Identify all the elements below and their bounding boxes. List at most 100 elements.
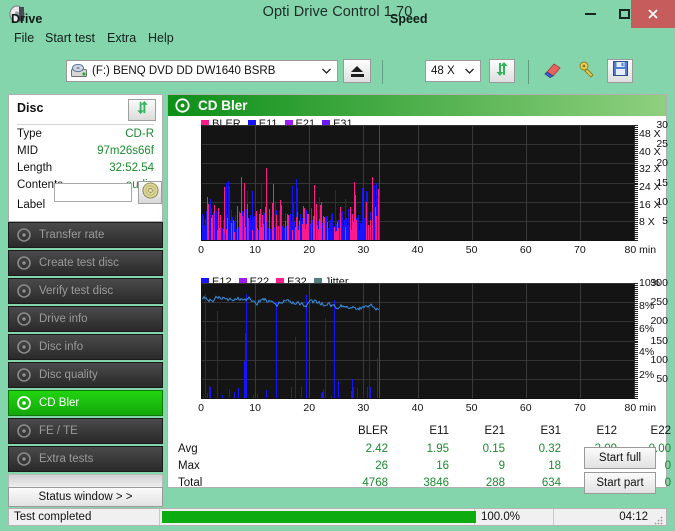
sidebar-item-cd-bler[interactable]: CD Bler <box>8 390 163 416</box>
label-input[interactable] <box>54 183 132 202</box>
minor-tick <box>634 392 638 394</box>
minor-tick <box>634 384 638 386</box>
menu-item-help[interactable]: Help <box>142 31 180 48</box>
x-tick-label: 60 <box>519 244 532 256</box>
sidebar-item-create-test-disc[interactable]: Create test disc <box>8 250 163 276</box>
menu-item-extra[interactable]: Extra <box>101 31 142 48</box>
status-message: Test completed <box>14 511 92 523</box>
stat-value: 0.15 <box>482 443 505 455</box>
disc-key-type: Type <box>17 128 42 140</box>
y-tick-label-right: 24 X <box>639 180 661 193</box>
menu-item-start-test[interactable]: Start test <box>39 31 101 48</box>
e12-jitter-chart[interactable]: 50 100 150 200 250 300 2% 4% 6% 8% 10% 0 10 20 30 40 50 6… <box>168 277 668 418</box>
stat-row-label: Avg <box>178 443 198 455</box>
sidebar-spacer <box>8 474 163 488</box>
minor-tick <box>634 366 638 368</box>
stat-column-header: E12 <box>596 425 617 437</box>
label-disc-button[interactable] <box>138 181 162 204</box>
y-tick-label-right: 32 X <box>639 163 661 176</box>
eject-button[interactable] <box>343 59 371 83</box>
x-tick-label: 60 <box>519 402 532 414</box>
disc-row-type: Type CD-R <box>17 128 154 143</box>
bar-bler <box>237 205 238 240</box>
sidebar-item-verify-test-disc[interactable]: Verify test disc <box>8 278 163 304</box>
minor-tick <box>634 284 638 286</box>
disc-refresh-button[interactable] <box>128 99 156 121</box>
minor-tick <box>634 330 638 332</box>
x-tick-label: 70 <box>574 402 586 414</box>
disc-verify-icon <box>13 284 35 298</box>
minor-tick <box>634 232 638 234</box>
bler-chart[interactable]: 5 10 15 20 25 30 8 X 16 X 24 X 32 X 40 X 48 X 0 10 20 3… <box>168 119 668 260</box>
disc-key-label: Label <box>17 199 46 211</box>
y-tick-label-right: 6% <box>639 323 655 335</box>
stat-value: 0 <box>661 477 675 489</box>
disc-value-mid: 97m26s66f <box>97 145 154 157</box>
y-tick-label-right: 8% <box>639 300 655 312</box>
stat-row-label: Total <box>178 477 203 489</box>
settings-button[interactable] <box>574 59 600 83</box>
bar-bler <box>370 220 371 240</box>
refresh-button[interactable] <box>489 59 515 83</box>
sidebar-item-transfer-rate[interactable]: Transfer rate <box>8 222 163 248</box>
bar-bler <box>273 184 274 240</box>
close-button[interactable] <box>631 0 675 28</box>
x-tick-label: 10 <box>249 244 261 256</box>
minor-tick <box>634 224 638 226</box>
minor-tick <box>634 374 638 376</box>
start-full-button[interactable]: Start full <box>584 447 656 469</box>
disc-value-length: 32:52.54 <box>109 162 154 174</box>
bar-e31 <box>255 213 256 240</box>
x-tick-label: 20 <box>303 244 316 256</box>
menu-bar: File Start test Extra Help <box>0 28 675 50</box>
bar-bler <box>276 215 277 240</box>
bar-bler <box>245 226 246 240</box>
drive-select[interactable]: (F:) BENQ DVD DD DW1640 BSRB <box>66 60 338 82</box>
minor-tick <box>634 174 638 176</box>
minor-tick <box>634 382 638 384</box>
minor-tick <box>634 152 638 154</box>
sidebar-label: Disc info <box>39 341 84 353</box>
minor-tick <box>634 302 638 304</box>
save-disk-icon <box>612 61 628 81</box>
minor-tick <box>634 182 638 184</box>
x-tick-label: 10 <box>249 402 261 414</box>
sidebar-item-fe-te[interactable]: FE / TE <box>8 418 163 444</box>
status-bar: Test completed 100.0% 04:12 <box>8 508 667 526</box>
x-tick-label: 80 min <box>624 402 657 414</box>
drive-icon <box>71 64 87 78</box>
resize-grip-icon[interactable] <box>653 512 663 525</box>
minor-tick <box>634 230 638 232</box>
minor-tick <box>634 164 638 166</box>
minor-tick <box>634 158 638 160</box>
bar-e21 <box>242 216 243 240</box>
bar-e21 <box>297 211 298 240</box>
application-window: Opti Drive Control 1.70 File Start test … <box>0 0 675 531</box>
chevron-down-icon[interactable] <box>317 62 336 80</box>
save-button[interactable] <box>607 59 633 83</box>
menu-item-file[interactable]: File <box>8 31 40 48</box>
minimize-button[interactable] <box>573 0 607 28</box>
bar-bler <box>278 225 279 240</box>
minor-tick <box>634 202 638 204</box>
minor-tick <box>634 352 638 354</box>
sidebar-item-drive-info[interactable]: Drive info <box>8 306 163 332</box>
bar-bler <box>257 227 258 240</box>
stat-column-header: E32 <box>661 425 675 437</box>
sidebar-item-extra-tests[interactable]: Extra tests <box>8 446 163 472</box>
bar-bler <box>224 187 225 240</box>
speed-select[interactable]: 48 X <box>425 60 481 82</box>
gridline <box>471 125 473 240</box>
chevron-down-icon[interactable] <box>460 62 479 80</box>
bar-bler <box>340 206 341 240</box>
minor-tick <box>634 316 638 318</box>
erase-button[interactable] <box>540 59 566 83</box>
sidebar-item-disc-info[interactable]: Disc info <box>8 334 163 360</box>
stat-column-header: E11 <box>429 425 449 437</box>
minor-tick <box>634 314 638 316</box>
sidebar-item-disc-quality[interactable]: Disc quality <box>8 362 163 388</box>
minor-tick <box>634 288 638 290</box>
status-window-button[interactable]: Status window > > <box>8 487 163 507</box>
bar-bler <box>314 184 315 240</box>
start-part-button[interactable]: Start part <box>584 472 656 494</box>
